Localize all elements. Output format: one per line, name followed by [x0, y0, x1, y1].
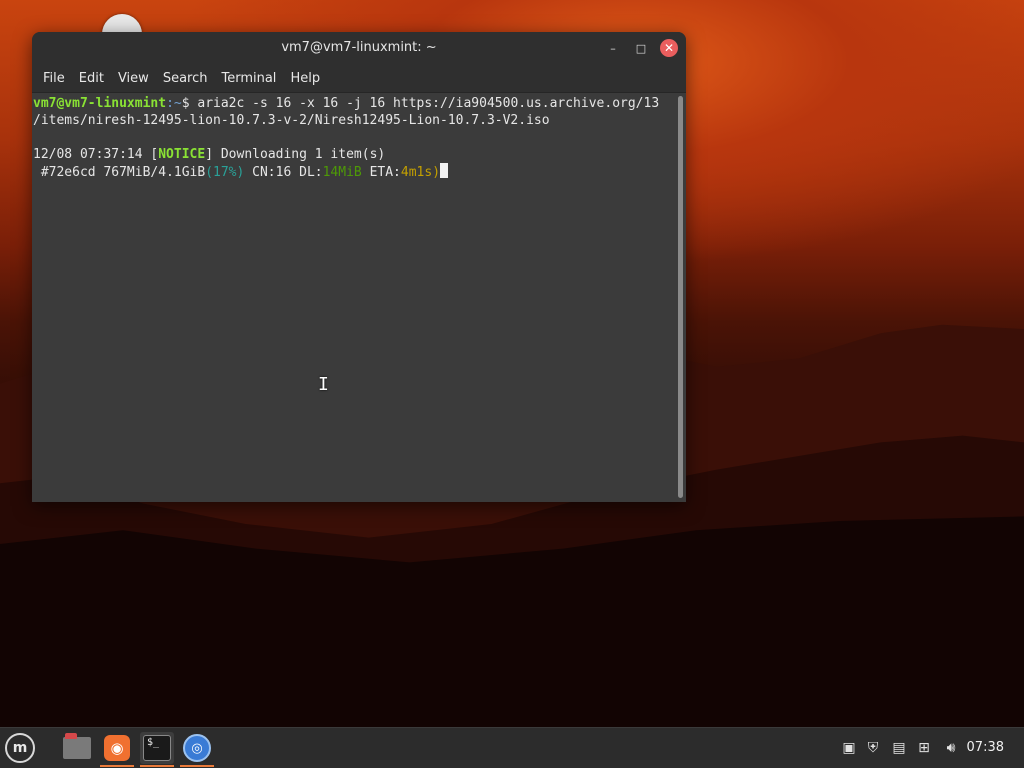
- clock[interactable]: 07:38: [967, 728, 1004, 768]
- terminal-window[interactable]: vm7@vm7-linuxmint: ~ – □ ✕ File Edit Vie…: [32, 32, 686, 502]
- menu-edit[interactable]: Edit: [72, 71, 111, 86]
- command-line-1: vm7@vm7-linuxmint:~$ aria2c -s 16 -x 16 …: [33, 95, 676, 112]
- window-title: vm7@vm7-linuxmint: ~: [281, 40, 437, 55]
- command-text-1: aria2c -s 16 -x 16 -j 16 https://ia90450…: [197, 96, 660, 111]
- prompt-path: :~: [166, 96, 182, 111]
- title-bar[interactable]: vm7@vm7-linuxmint: ~ – □ ✕: [32, 32, 686, 64]
- shield-icon[interactable]: ⛨: [862, 728, 884, 768]
- terminal-scrollbar[interactable]: [678, 96, 683, 498]
- menu-file[interactable]: File: [36, 71, 72, 86]
- progress-eta: 4m1s: [400, 165, 433, 180]
- terminal-icon[interactable]: $_: [140, 732, 174, 767]
- firefox-icon[interactable]: ◉: [100, 732, 134, 767]
- menu-view[interactable]: View: [111, 71, 156, 86]
- notice-tag: NOTICE: [158, 147, 206, 162]
- files-icon[interactable]: [60, 732, 94, 764]
- progress-end: ): [432, 165, 441, 180]
- update-icon[interactable]: ▤: [888, 728, 910, 768]
- network-icon[interactable]: ⊞: [913, 728, 935, 768]
- prompt-user: vm7@vm7-linuxmint: [33, 96, 167, 111]
- maximize-button[interactable]: □: [632, 39, 650, 57]
- progress-line: #72e6cd 767MiB/4.1GiB(17%) CN:16 DL:14Mi…: [33, 163, 676, 180]
- progress-percent: (17%): [205, 165, 245, 180]
- command-text-2: /items/niresh-12495-lion-10.7.3-v-2/Nire…: [33, 113, 550, 128]
- notice-message: ] Downloading 1 item(s): [205, 147, 386, 162]
- close-button[interactable]: ✕: [660, 39, 678, 57]
- prompt-symbol: $: [181, 96, 198, 111]
- ibeam-cursor-icon: I: [318, 374, 329, 395]
- menu-terminal[interactable]: Terminal: [214, 71, 283, 86]
- minimize-button[interactable]: –: [604, 39, 622, 57]
- text-cursor: [440, 163, 449, 178]
- clipboard-icon[interactable]: ▣: [838, 728, 860, 768]
- notice-time: 12/08 07:37:14 [: [33, 147, 159, 162]
- command-line-2: /items/niresh-12495-lion-10.7.3-v-2/Nire…: [33, 112, 676, 129]
- terminal-output[interactable]: vm7@vm7-linuxmint:~$ aria2c -s 16 -x 16 …: [32, 93, 676, 502]
- progress-eta-label: ETA:: [361, 165, 401, 180]
- web-browser-icon[interactable]: ◎: [180, 732, 214, 767]
- taskbar: m ◉ $_ ◎ ▣ ⛨ ▤ ⊞ 🔊︎ 07:38: [0, 727, 1024, 768]
- menu-bar: File Edit View Search Terminal Help: [32, 64, 686, 93]
- notice-line: 12/08 07:37:14 [NOTICE] Downloading 1 it…: [33, 146, 676, 163]
- linux-mint-menu-icon[interactable]: m: [5, 733, 35, 763]
- menu-help[interactable]: Help: [283, 71, 327, 86]
- progress-download-speed: 14MiB: [322, 165, 362, 180]
- progress-prefix: #72e6cd 767MiB/4.1GiB: [33, 165, 206, 180]
- volume-icon[interactable]: 🔊︎: [940, 728, 962, 768]
- progress-connections: CN:16 DL:: [244, 165, 323, 180]
- menu-search[interactable]: Search: [156, 71, 215, 86]
